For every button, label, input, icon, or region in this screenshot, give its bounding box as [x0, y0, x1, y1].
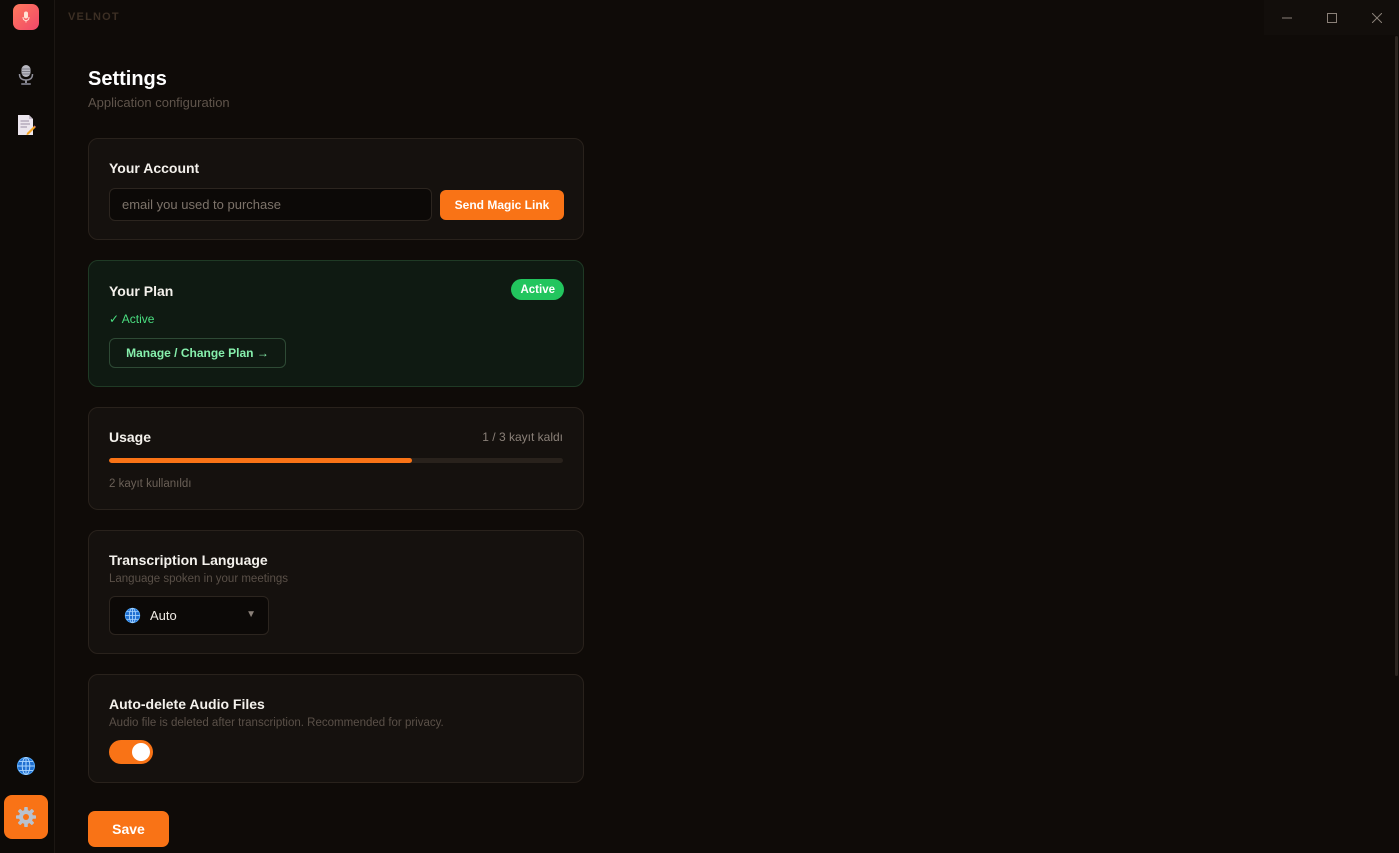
- usage-note: 2 kayıt kullanıldı: [109, 478, 192, 490]
- sidebar-item-language[interactable]: [4, 744, 48, 788]
- window-controls: [1264, 0, 1399, 35]
- usage-remaining: 1 / 3 kayıt kaldı: [482, 430, 563, 444]
- sidebar-item-notes[interactable]: [4, 103, 48, 147]
- usage-progress-fill: [109, 458, 412, 463]
- page-title: Settings: [88, 68, 167, 90]
- maximize-icon: [1326, 12, 1337, 23]
- manage-plan-button[interactable]: Manage / Change Plan →: [109, 338, 286, 368]
- language-description: Language spoken in your meetings: [109, 573, 289, 585]
- maximize-button[interactable]: [1309, 0, 1354, 35]
- usage-title: Usage: [109, 429, 152, 445]
- sidebar-item-record[interactable]: [4, 53, 48, 97]
- auto-delete-title: Auto-delete Audio Files: [109, 696, 265, 712]
- chevron-down-icon: ▼: [246, 609, 256, 620]
- save-button[interactable]: Save: [88, 811, 169, 847]
- auto-delete-description: Audio file is deleted after transcriptio…: [109, 717, 444, 729]
- usage-card: Usage 1 / 3 kayıt kaldı 2 kayıt kullanıl…: [88, 407, 584, 510]
- sidebar-item-settings[interactable]: [4, 795, 48, 839]
- auto-delete-card: Auto-delete Audio Files Audio file is de…: [88, 674, 584, 783]
- globe-icon: [124, 607, 141, 624]
- auto-delete-toggle[interactable]: [109, 740, 153, 764]
- plan-status-badge: Active: [511, 279, 564, 300]
- close-button[interactable]: [1354, 0, 1399, 35]
- app-brand: VELNOT: [68, 11, 120, 23]
- sidebar: [0, 0, 55, 853]
- toggle-knob: [132, 743, 150, 761]
- account-title: Your Account: [109, 160, 200, 176]
- send-magic-link-button[interactable]: Send Magic Link: [440, 190, 564, 220]
- studio-microphone-icon: [18, 65, 34, 85]
- language-selected-value: Auto: [150, 608, 177, 623]
- app-logo: [13, 4, 39, 30]
- plan-title: Your Plan: [109, 283, 174, 299]
- globe-icon: [17, 757, 35, 775]
- plan-status-text: ✓ Active: [109, 312, 155, 326]
- gear-icon: [16, 807, 36, 827]
- microphone-icon: [22, 11, 30, 23]
- minimize-button[interactable]: [1264, 0, 1309, 35]
- notes-icon: [18, 115, 36, 135]
- language-select[interactable]: Auto ▼: [109, 596, 269, 635]
- usage-progress-bar: [109, 458, 563, 463]
- plan-card: Your Plan Active ✓ Active Manage / Chang…: [88, 260, 584, 387]
- scrollbar[interactable]: [1395, 36, 1398, 676]
- language-title: Transcription Language: [109, 552, 268, 568]
- account-card: Your Account Send Magic Link: [88, 138, 584, 240]
- minimize-icon: [1281, 17, 1292, 18]
- language-card: Transcription Language Language spoken i…: [88, 530, 584, 654]
- email-input[interactable]: [109, 188, 432, 221]
- close-icon: [1371, 12, 1382, 23]
- page-subtitle: Application configuration: [88, 95, 230, 110]
